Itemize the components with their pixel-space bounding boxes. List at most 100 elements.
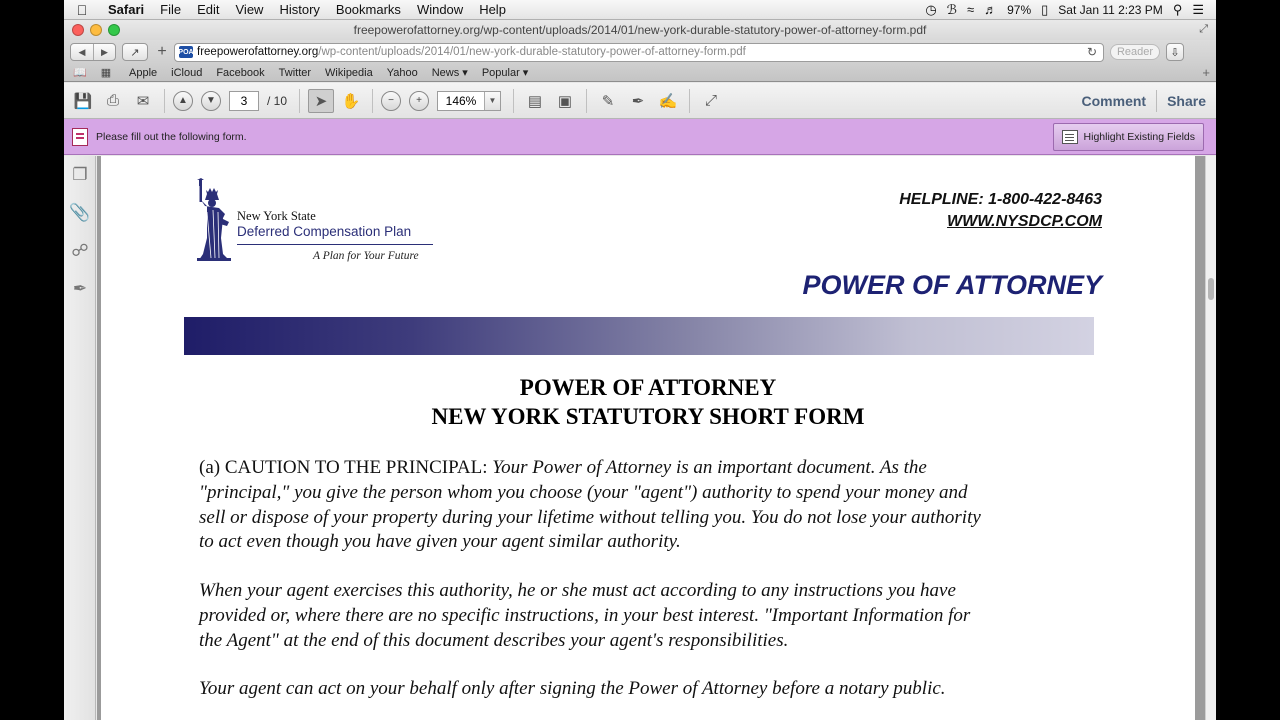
menu-help[interactable]: Help	[471, 2, 514, 17]
menu-window[interactable]: Window	[409, 2, 471, 17]
volume-icon[interactable]: ♬	[984, 2, 997, 17]
battery-percent[interactable]: 97%	[1007, 3, 1031, 17]
back-forward-buttons: ◀ ▶	[70, 43, 116, 61]
clock[interactable]: Sat Jan 11 2:23 PM	[1058, 3, 1163, 17]
logo-tagline: A Plan for Your Future	[313, 250, 419, 262]
agent-text-line: When your agent exercises this authority…	[199, 580, 956, 601]
bookmark-yahoo[interactable]: Yahoo	[380, 67, 425, 79]
statue-of-liberty-icon	[197, 178, 231, 261]
next-page-icon[interactable]: ▼	[201, 90, 221, 111]
share-button[interactable]: Share	[1157, 93, 1216, 109]
form-title-line-2: NEW YORK STATUTORY SHORT FORM	[431, 404, 865, 429]
wifi-icon[interactable]: ≈	[967, 2, 974, 17]
expand-icon[interactable]: ⤢	[698, 89, 724, 113]
page-total: / 10	[267, 93, 288, 108]
toolbar-divider	[586, 88, 588, 113]
battery-icon[interactable]: ▯	[1041, 2, 1048, 18]
bookmark-popular[interactable]: Popular ▾	[475, 66, 536, 79]
bookmark-wikipedia[interactable]: Wikipedia	[318, 67, 380, 79]
menu-view[interactable]: View	[228, 2, 272, 17]
zoom-out-icon[interactable]: −	[381, 90, 402, 111]
menu-bookmarks[interactable]: Bookmarks	[328, 2, 409, 17]
reader-button[interactable]: Reader	[1110, 44, 1160, 60]
notary-paragraph: Your agent can act on your behalf only a…	[199, 677, 1099, 702]
downloads-icon[interactable]: ⇩	[1166, 43, 1184, 61]
chevron-down-icon[interactable]: ▼	[484, 91, 501, 110]
sticky-note-icon[interactable]: ✎	[595, 89, 621, 113]
window-title-bar: freepowerofattorney.org/wp-content/uploa…	[64, 20, 1216, 40]
helpline-block: HELPLINE: 1-800-422-8463 WWW.NYSDCP.COM	[899, 189, 1102, 233]
page-thumbnails-icon[interactable]: ❐	[64, 156, 96, 194]
form-icon	[72, 127, 88, 146]
add-bookmark-icon[interactable]: +	[154, 43, 170, 61]
document-viewport[interactable]: New York State Deferred Compensation Pla…	[97, 156, 1205, 720]
bookmark-twitter[interactable]: Twitter	[272, 67, 318, 79]
email-icon[interactable]: ✉	[130, 89, 156, 113]
logo-rule	[237, 244, 433, 245]
status-area: ◷ ℬ ≈ ♬ 97% ▯ Sat Jan 11 2:23 PM ⚲ ☰	[925, 2, 1216, 18]
caution-text-line: "principal," you give the person whom yo…	[199, 481, 968, 503]
menu-app[interactable]: Safari	[100, 2, 152, 17]
navigation-pane: ❐ 📎 ☍ ✒	[64, 156, 96, 720]
share-page-button[interactable]: ↗	[122, 43, 148, 61]
forward-button[interactable]: ▶	[93, 44, 115, 60]
top-sites-icon[interactable]: ▦	[96, 66, 116, 79]
caution-text-line: Your Power of Attorney is an important d…	[492, 457, 927, 478]
agent-paragraph: When your agent exercises this authority…	[199, 579, 1099, 653]
caution-text-line: to act even though you have given your a…	[199, 531, 681, 553]
zoom-in-icon[interactable]: +	[409, 90, 430, 111]
print-icon[interactable]: ⎙	[100, 89, 126, 113]
bookmark-icloud[interactable]: iCloud	[164, 67, 209, 79]
address-field[interactable]: POA freepowerofattorney.org/wp-content/u…	[174, 42, 1104, 62]
attachments-icon[interactable]: 📎	[64, 194, 96, 232]
menu-file[interactable]: File	[152, 2, 189, 17]
menu-history[interactable]: History	[271, 2, 327, 17]
scrollbar-thumb[interactable]	[1208, 278, 1214, 300]
highlight-fields-icon	[1061, 129, 1078, 144]
fullscreen-icon[interactable]: ⤢	[1199, 23, 1208, 36]
reload-icon[interactable]: ↻	[1087, 45, 1097, 59]
sign-icon[interactable]: ✍	[655, 89, 681, 113]
select-tool-icon[interactable]: ➤	[308, 88, 335, 113]
highlight-fields-label: Highlight Existing Fields	[1083, 130, 1195, 143]
time-machine-icon[interactable]: ◷	[925, 2, 936, 18]
pdf-toolbar: 💾 ⎙ ✉ ▲ ▼ 3 / 10 ➤ ✋ − + 146% ▼ ▤ ▣ ✎ ✒ …	[64, 83, 1216, 119]
vertical-scrollbar[interactable]	[1205, 156, 1216, 720]
site-favicon: POA	[178, 46, 194, 58]
save-icon[interactable]: 💾	[70, 89, 96, 113]
signatures-icon[interactable]: ✒	[64, 270, 96, 308]
reading-list-icon[interactable]: 📖	[70, 66, 90, 79]
comment-button[interactable]: Comment	[1072, 93, 1157, 109]
binoculars-icon[interactable]: ☍	[64, 232, 96, 270]
highlight-text-icon[interactable]: ✒	[625, 89, 651, 113]
page-number-input[interactable]: 3	[229, 90, 259, 111]
nysdcp-logo: New York State Deferred Compensation Pla…	[193, 178, 443, 268]
zoom-select[interactable]: 146% ▼	[437, 90, 502, 111]
new-tab-icon[interactable]: +	[1202, 65, 1210, 80]
menu-edit[interactable]: Edit	[189, 2, 227, 17]
caution-paragraph: (a) CAUTION TO THE PRINCIPAL: Your Power…	[199, 456, 1099, 555]
hand-tool-icon[interactable]: ✋	[338, 89, 364, 113]
bookmark-news[interactable]: News ▾	[425, 66, 475, 79]
bookmark-apple[interactable]: Apple	[122, 67, 164, 79]
form-title-line-1: POWER OF ATTORNEY	[519, 375, 777, 400]
previous-page-icon[interactable]: ▲	[173, 90, 193, 111]
menu-bar:  Safari File Edit View History Bookmark…	[64, 0, 1216, 20]
toolbar-divider	[513, 88, 515, 113]
back-button[interactable]: ◀	[71, 44, 93, 60]
website-link[interactable]: WWW.NYSDCP.COM	[899, 211, 1102, 233]
notification-center-icon[interactable]: ☰	[1192, 2, 1204, 18]
fit-page-icon[interactable]: ▤	[522, 89, 548, 113]
bookmark-facebook[interactable]: Facebook	[209, 67, 271, 79]
header-title: POWER OF ATTORNEY	[802, 270, 1102, 300]
apple-icon[interactable]: 	[64, 2, 100, 18]
url-domain: freepowerofattorney.org	[197, 46, 319, 58]
pdf-page: New York State Deferred Compensation Pla…	[101, 156, 1195, 720]
fit-width-icon[interactable]: ▣	[552, 89, 578, 113]
spotlight-search-icon[interactable]: ⚲	[1173, 2, 1183, 18]
highlight-fields-button[interactable]: Highlight Existing Fields	[1052, 122, 1204, 151]
toolbar-divider	[372, 88, 374, 113]
url-path: /wp-content/uploads/2014/01/new-york-dur…	[318, 46, 746, 58]
bluetooth-icon[interactable]: ℬ	[947, 2, 957, 18]
caution-lead: (a) CAUTION TO THE PRINCIPAL:	[199, 457, 493, 478]
